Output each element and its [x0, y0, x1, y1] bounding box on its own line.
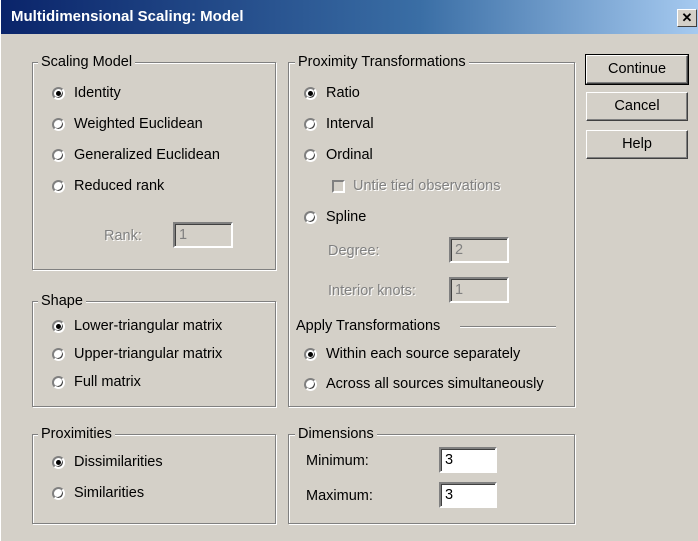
radio-indicator: [52, 179, 65, 193]
transform-ratio-radio[interactable]: Ratio: [304, 83, 360, 103]
scaling-weighted-label: Weighted Euclidean: [74, 116, 203, 132]
interior-knots-field[interactable]: 1: [449, 277, 509, 303]
transform-interval-radio[interactable]: Interval: [304, 114, 374, 134]
within-source-label: Within each source separately: [326, 346, 521, 362]
scaling-generalized-euclidean-radio[interactable]: Generalized Euclidean: [52, 145, 220, 165]
dimensions-group: [288, 434, 575, 524]
ratio-label: Ratio: [326, 85, 360, 101]
untie-label: Untie tied observations: [353, 178, 501, 194]
radio-indicator: [52, 86, 65, 100]
shape-full-matrix-radio[interactable]: Full matrix: [52, 372, 141, 392]
mds-model-dialog: Multidimensional Scaling: Model ✕ Scalin…: [0, 0, 698, 541]
radio-indicator: [52, 455, 65, 469]
transform-ordinal-radio[interactable]: Ordinal: [304, 145, 373, 165]
proximities-legend: Proximities: [38, 426, 115, 442]
interior-knots-label: Interior knots:: [328, 283, 416, 299]
scaling-identity-radio[interactable]: Identity: [52, 83, 121, 103]
similarities-label: Similarities: [74, 485, 145, 501]
radio-indicator: [52, 319, 65, 333]
radio-indicator: [304, 148, 317, 162]
close-button[interactable]: ✕: [677, 9, 697, 27]
apply-across-sources-radio[interactable]: Across all sources simultaneously: [304, 374, 544, 394]
shape-lower-triangular-radio[interactable]: Lower-triangular matrix: [52, 316, 222, 336]
apply-within-source-radio[interactable]: Within each source separately: [304, 344, 520, 364]
continue-button[interactable]: Continue: [585, 54, 689, 85]
radio-indicator: [304, 210, 317, 224]
ordinal-label: Ordinal: [326, 147, 373, 163]
scaling-identity-label: Identity: [74, 85, 121, 101]
degree-field[interactable]: 2: [449, 237, 509, 263]
apply-transformations-label: Apply Transformations: [296, 318, 441, 334]
scaling-reduced-rank-radio[interactable]: Reduced rank: [52, 176, 164, 196]
scaling-model-legend: Scaling Model: [38, 54, 136, 70]
maximum-label: Maximum:: [306, 488, 373, 504]
proximity-transformations-legend: Proximity Transformations: [295, 54, 469, 70]
radio-indicator: [52, 375, 65, 389]
across-sources-label: Across all sources simultaneously: [326, 376, 544, 392]
rank-field[interactable]: 1: [173, 222, 233, 248]
shape-full-label: Full matrix: [74, 374, 141, 390]
radio-indicator: [304, 347, 317, 361]
radio-indicator: [52, 148, 65, 162]
dissimilarities-label: Dissimilarities: [74, 454, 163, 470]
radio-indicator: [52, 347, 65, 361]
rank-label: Rank:: [104, 228, 142, 244]
shape-upper-triangular-radio[interactable]: Upper-triangular matrix: [52, 344, 222, 364]
minimum-label: Minimum:: [306, 453, 369, 469]
shape-lower-label: Lower-triangular matrix: [74, 318, 223, 334]
scaling-reduced-label: Reduced rank: [74, 178, 165, 194]
scaling-weighted-euclidean-radio[interactable]: Weighted Euclidean: [52, 114, 203, 134]
proximities-dissimilarities-radio[interactable]: Dissimilarities: [52, 452, 163, 472]
scaling-generalized-label: Generalized Euclidean: [74, 147, 220, 163]
dimensions-legend: Dimensions: [295, 426, 377, 442]
close-icon: ✕: [681, 10, 693, 25]
title-bar[interactable]: Multidimensional Scaling: Model ✕: [1, 0, 698, 34]
cancel-button[interactable]: Cancel: [586, 92, 688, 121]
radio-indicator: [304, 377, 317, 391]
spline-label: Spline: [326, 209, 367, 225]
radio-indicator: [52, 117, 65, 131]
untie-tied-checkbox[interactable]: Untie tied observations: [332, 176, 501, 196]
apply-transformations-separator: [460, 326, 556, 328]
shape-upper-label: Upper-triangular matrix: [74, 346, 223, 362]
radio-indicator: [304, 86, 317, 100]
interval-label: Interval: [326, 116, 374, 132]
transform-spline-radio[interactable]: Spline: [304, 207, 366, 227]
radio-indicator: [52, 486, 65, 500]
help-button[interactable]: Help: [586, 130, 688, 159]
checkbox-indicator: [332, 179, 345, 193]
radio-indicator: [304, 117, 317, 131]
proximities-similarities-radio[interactable]: Similarities: [52, 483, 144, 503]
proximities-group: [32, 434, 276, 524]
degree-label: Degree:: [328, 243, 380, 259]
minimum-field[interactable]: 3: [439, 447, 497, 473]
window-title: Multidimensional Scaling: Model: [11, 8, 244, 25]
shape-legend: Shape: [38, 293, 86, 309]
maximum-field[interactable]: 3: [439, 482, 497, 508]
